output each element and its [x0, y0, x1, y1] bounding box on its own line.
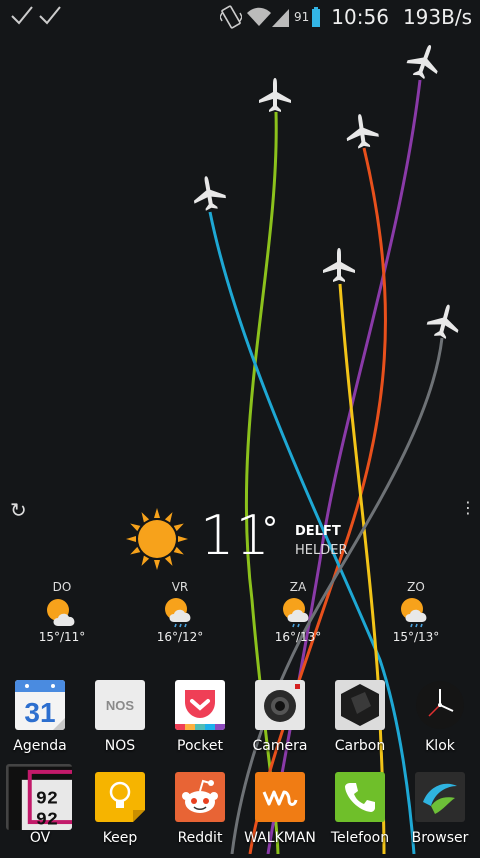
forecast-temps: 16°/12°	[156, 630, 204, 644]
calendar-icon: 31	[15, 680, 65, 730]
city-name: DELFT	[295, 524, 341, 539]
weather-condition: HELDER	[295, 543, 348, 558]
app-label: Pocket	[177, 738, 223, 754]
sun-rain-icon	[283, 598, 309, 628]
vibrate-icon	[220, 5, 243, 29]
app-carbon[interactable]: Carbon	[320, 680, 400, 766]
app-label: Telefoon	[330, 830, 390, 846]
app-agenda[interactable]: 31 Agenda	[0, 680, 80, 766]
app-label: Camera	[252, 738, 308, 754]
battery-percent: 91	[294, 10, 310, 24]
forecast-temps: 15°/13°	[392, 630, 440, 644]
phone-icon	[335, 772, 385, 822]
app-label: Keep	[102, 830, 138, 846]
app-reddit[interactable]: Reddit	[160, 772, 240, 858]
forecast-day-label: VR	[171, 580, 189, 594]
keep-icon	[95, 772, 145, 822]
app-walkman[interactable]: WALKMAN	[240, 772, 320, 858]
current-temperature: 11	[200, 504, 271, 567]
sun-rain-icon	[401, 598, 427, 628]
notification-area[interactable]	[10, 4, 62, 26]
battery-icon	[312, 7, 321, 27]
app-nos[interactable]: NOS NOS	[80, 680, 160, 766]
camera-icon	[255, 680, 305, 730]
forecast-day: VR 16°/12°	[140, 580, 220, 644]
sun-rain-icon	[165, 598, 191, 628]
svg-text:92: 92	[36, 789, 58, 810]
partly-cloudy-icon	[47, 599, 75, 626]
signal-icon	[272, 9, 290, 27]
forecast-day: DO 15°/11°	[22, 580, 102, 644]
app-telefoon[interactable]: Telefoon	[320, 772, 400, 858]
app-label: Browser	[411, 830, 469, 846]
nos-logo-text: NOS	[106, 698, 135, 713]
forecast-temps: 16°/13°	[274, 630, 322, 644]
app-browser[interactable]: Browser	[400, 772, 480, 858]
app-label: Klok	[425, 738, 455, 754]
ov-icon: 92 92	[6, 764, 72, 830]
app-pocket[interactable]: Pocket	[160, 680, 240, 766]
overflow-menu-icon[interactable]: ⋮	[460, 500, 476, 516]
forecast-day-label: ZA	[289, 580, 307, 594]
check-icon	[39, 6, 61, 25]
forecast-day-label: DO	[52, 580, 72, 594]
svg-text:92: 92	[36, 810, 58, 830]
degree-symbol: °	[262, 510, 278, 548]
app-label: Carbon	[334, 738, 386, 754]
wifi-icon	[247, 7, 272, 26]
app-ov[interactable]: 92 92 OV	[0, 764, 80, 858]
check-icon	[11, 6, 33, 25]
clock-icon	[416, 681, 464, 729]
app-keep[interactable]: Keep	[80, 772, 160, 858]
carbon-icon	[335, 680, 385, 730]
forecast-day-label: ZO	[407, 580, 425, 594]
weather-widget[interactable]: ↻ ⋮ 11 ° DELFT HELDER DO 15°/11° VR 16°/…	[0, 496, 480, 666]
app-camera[interactable]: Camera	[240, 680, 320, 766]
forecast-day: ZO 15°/13°	[376, 580, 456, 644]
calendar-day: 31	[24, 697, 55, 728]
refresh-icon[interactable]: ↻	[10, 498, 27, 522]
app-klok[interactable]: Klok	[400, 680, 480, 766]
forecast-temps: 15°/11°	[38, 630, 86, 644]
status-bar: 91 10:56 193B/s	[0, 0, 480, 34]
app-label: Reddit	[177, 830, 223, 846]
browser-icon	[415, 772, 465, 822]
reddit-icon	[175, 772, 225, 822]
pocket-icon	[175, 680, 225, 730]
data-rate: 193B/s	[402, 5, 472, 29]
sun-icon	[126, 508, 188, 570]
app-label: NOS	[104, 738, 136, 754]
clock-time: 10:56	[331, 5, 389, 29]
walkman-icon	[255, 772, 305, 822]
app-label: WALKMAN	[244, 830, 316, 846]
forecast-day: ZA 16°/13°	[258, 580, 338, 644]
nos-icon: NOS	[95, 680, 145, 730]
